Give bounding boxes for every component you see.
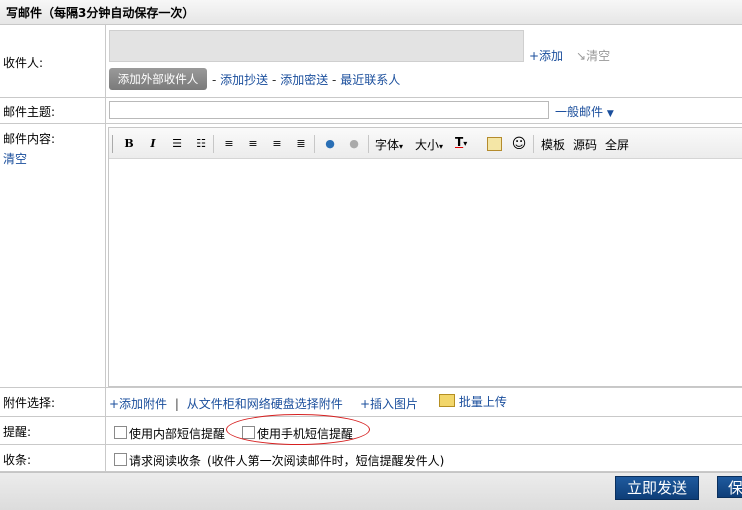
subject-row: 邮件主题: 一般邮件 ▼ — [0, 98, 742, 124]
toolbar-grip — [112, 135, 113, 153]
select-from-cabinet-link[interactable]: 从文件柜和网络硬盘选择附件 — [187, 397, 343, 411]
add-recipient-link[interactable]: +添加 — [529, 47, 563, 64]
insert-image-icon[interactable] — [487, 137, 502, 151]
subject-label: 邮件主题: — [3, 105, 56, 119]
template-button[interactable]: 模板 — [541, 136, 565, 153]
recipient-row: 收件人: +添加 ↘清空 添加外部收件人 - 添加抄送 - 添加密送 - 最近联… — [0, 25, 742, 98]
mail-category-select[interactable]: 一般邮件 ▼ — [555, 103, 614, 120]
batch-upload-link[interactable]: 批量上传 — [439, 393, 507, 410]
page-title: 写邮件（每隔3分钟自动保存一次） — [6, 6, 195, 20]
content-label: 邮件内容: — [3, 132, 56, 146]
content-label-cell: 邮件内容: 清空 — [0, 124, 106, 387]
remove-link-icon[interactable]: ● — [346, 136, 362, 152]
recipient-links: - 添加抄送 - 添加密送 - 最近联系人 — [212, 73, 401, 87]
folder-upload-icon — [439, 394, 455, 407]
add-external-recipient-button[interactable]: 添加外部收件人 — [109, 68, 207, 90]
emoticon-icon[interactable]: ☺ — [511, 136, 527, 152]
editor-body[interactable] — [109, 159, 742, 386]
align-center-icon[interactable]: ≡ — [245, 136, 261, 152]
font-size-dropdown[interactable]: 大小▾ — [415, 136, 443, 153]
caret-down-icon: ▾ — [439, 142, 444, 151]
attachment-label-cell: 附件选择: — [0, 388, 106, 416]
clear-arrow-icon: ↘ — [576, 49, 587, 63]
footer-bar: 立即发送 保 — [0, 472, 742, 510]
ordered-list-icon[interactable]: ☰ — [169, 136, 185, 152]
bold-icon[interactable]: B — [121, 136, 137, 152]
align-justify-icon[interactable]: ≣ — [293, 136, 309, 152]
toolbar-separator — [213, 135, 214, 153]
toolbar-separator — [368, 135, 369, 153]
reminder-label: 提醒: — [3, 425, 32, 439]
editor-toolbar: B I ☰ ☷ ≡ ≡ ≡ ≣ ● ● 字体▾ 大小▾ T▾ ☺ 模板 源码 全… — [109, 128, 742, 159]
font-family-dropdown[interactable]: 字体▾ — [375, 136, 403, 153]
read-receipt-checkbox[interactable] — [114, 453, 127, 466]
toolbar-separator — [533, 135, 534, 153]
caret-down-icon: ▾ — [463, 139, 468, 148]
recipient-field[interactable] — [109, 30, 524, 62]
text-color-icon: T — [455, 135, 464, 149]
attachment-actions: +添加附件 | 从文件柜和网络硬盘选择附件 — [109, 397, 343, 411]
add-bcc-link[interactable]: 添加密送 — [280, 73, 328, 87]
italic-icon[interactable]: I — [145, 136, 161, 152]
send-now-button[interactable]: 立即发送 — [615, 476, 699, 500]
internal-sms-checkbox[interactable] — [114, 426, 127, 439]
add-cc-link[interactable]: 添加抄送 — [220, 73, 268, 87]
save-button[interactable]: 保 — [717, 476, 742, 498]
attachment-row: 附件选择: +添加附件 | 从文件柜和网络硬盘选择附件 +插入图片 批量上传 — [0, 388, 742, 417]
insert-image-link[interactable]: +插入图片 — [360, 395, 418, 412]
toolbar-separator — [314, 135, 315, 153]
attachment-label: 附件选择: — [3, 396, 56, 410]
subject-label-cell: 邮件主题: — [0, 98, 106, 123]
align-right-icon[interactable]: ≡ — [269, 136, 285, 152]
add-attachment-link[interactable]: +添加附件 — [109, 397, 167, 411]
unordered-list-icon[interactable]: ☷ — [193, 136, 209, 152]
clear-recipient-link[interactable]: ↘清空 — [576, 47, 610, 64]
read-receipt-label: 请求阅读收条 — [129, 454, 202, 468]
reminder-label-cell: 提醒: — [0, 417, 106, 444]
source-button[interactable]: 源码 — [573, 136, 597, 153]
receipt-label-cell: 收条: — [0, 445, 106, 471]
align-left-icon[interactable]: ≡ — [221, 136, 237, 152]
read-receipt-note: (收件人第一次阅读邮件时，短信提醒发件人) — [207, 454, 445, 468]
recent-contacts-link[interactable]: 最近联系人 — [340, 73, 400, 87]
fullscreen-button[interactable]: 全屏 — [605, 136, 629, 153]
content-row: 邮件内容: 清空 B I ☰ ☷ ≡ ≡ ≡ ≣ ● ● 字体▾ 大小▾ T▾ … — [0, 124, 742, 388]
text-color-dropdown[interactable]: T▾ — [455, 135, 467, 149]
insert-link-icon[interactable]: ● — [322, 136, 338, 152]
internal-sms-label: 使用内部短信提醒 — [129, 427, 226, 441]
editor: B I ☰ ☷ ≡ ≡ ≡ ≣ ● ● 字体▾ 大小▾ T▾ ☺ 模板 源码 全… — [108, 127, 742, 387]
receipt-label: 收条: — [3, 453, 32, 467]
subject-input[interactable] — [109, 101, 549, 119]
caret-down-icon: ▾ — [399, 142, 404, 151]
title-bar: 写邮件（每隔3分钟自动保存一次） — [0, 0, 742, 25]
receipt-row: 收条: 请求阅读收条 (收件人第一次阅读邮件时，短信提醒发件人) — [0, 445, 742, 472]
clear-content-link[interactable]: 清空 — [3, 150, 27, 167]
chevron-down-icon: ▼ — [606, 109, 614, 119]
recipient-label: 收件人: — [3, 56, 44, 70]
highlight-ellipse — [226, 414, 370, 445]
recipient-label-cell: 收件人: — [0, 25, 106, 97]
reminder-row: 提醒: 使用内部短信提醒 使用手机短信提醒 — [0, 414, 742, 445]
